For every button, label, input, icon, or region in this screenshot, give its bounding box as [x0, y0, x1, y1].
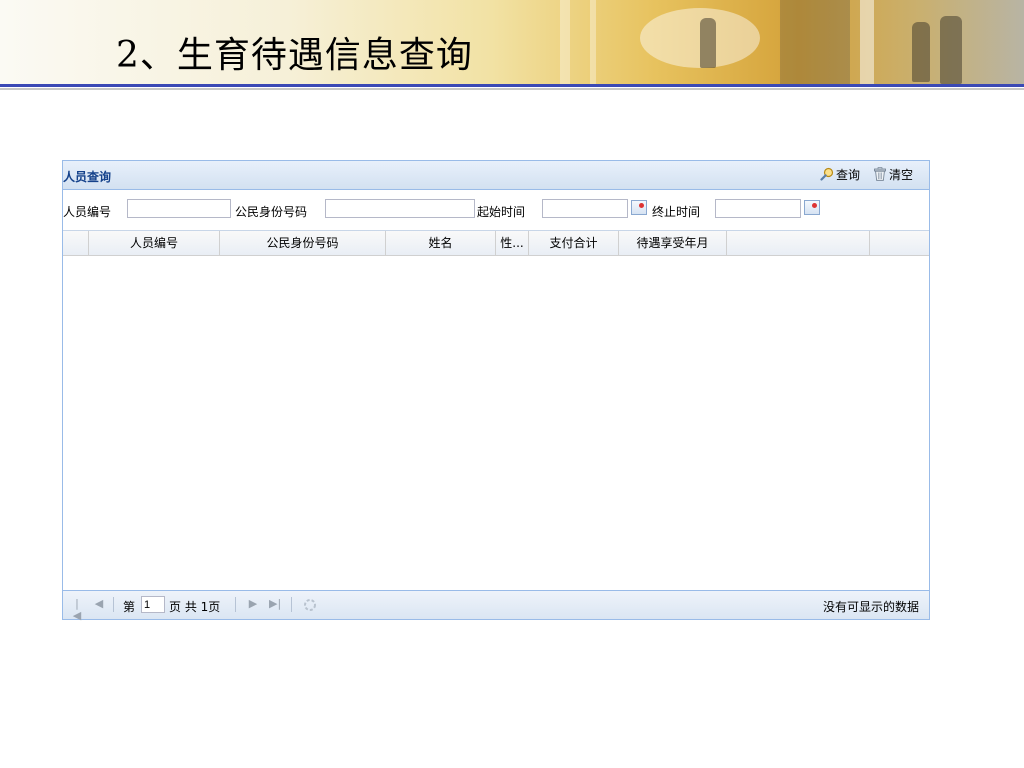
query-button-label: 查询	[836, 168, 861, 182]
column-header[interactable]: 姓名	[386, 231, 496, 255]
title-underline	[0, 84, 1024, 87]
refresh-icon[interactable]	[303, 598, 316, 611]
end-date-picker-button[interactable]	[804, 200, 820, 215]
refresh-icon-graphic	[304, 599, 316, 611]
end-time-label: 终止时间	[652, 205, 701, 219]
banner-decoration	[780, 0, 850, 84]
figure-silhouette	[912, 22, 930, 82]
first-page-icon[interactable]: |◀	[71, 598, 83, 622]
panel-title: 人员查询	[63, 170, 112, 184]
title-underline-shadow	[0, 88, 1024, 90]
banner-decoration	[560, 0, 570, 84]
toolbar-separator	[235, 597, 236, 612]
column-header[interactable]: 人员编号	[89, 231, 220, 255]
search-icon	[820, 167, 834, 181]
previous-page-icon[interactable]: ◀	[93, 598, 105, 610]
column-header[interactable]: 待遇享受年月	[619, 231, 727, 255]
query-button[interactable]: 查询	[820, 166, 860, 184]
citizen-id-label: 公民身份号码	[235, 205, 308, 219]
start-time-label: 起始时间	[477, 205, 526, 219]
page-total-label: 页 共 1页	[169, 600, 221, 614]
slide-title: 2、生育待遇信息查询	[116, 35, 473, 76]
clear-button-label: 清空	[889, 168, 914, 182]
column-header[interactable]: 支付合计	[529, 231, 619, 255]
figure-silhouette	[700, 18, 716, 68]
paging-toolbar: |◀ ◀ 第 页 共 1页 ▶ ▶| 没有可显示的数据	[63, 590, 929, 622]
next-page-icon[interactable]: ▶	[247, 598, 259, 610]
panel-header: 人员查询 查询 清空	[63, 161, 929, 190]
toolbar-separator	[113, 597, 114, 612]
start-date-picker-button[interactable]	[631, 200, 647, 215]
query-form: 人员编号 公民身份号码 起始时间 终止时间	[63, 190, 929, 231]
column-header[interactable]: 公民身份号码	[220, 231, 386, 255]
empty-data-message: 没有可显示的数据	[822, 600, 919, 614]
start-time-input[interactable]	[542, 199, 628, 218]
trash-icon	[874, 167, 886, 181]
last-page-icon[interactable]: ▶|	[269, 598, 281, 610]
grid-body	[63, 256, 929, 582]
toolbar-separator	[291, 597, 292, 612]
person-id-input[interactable]	[127, 199, 231, 218]
person-id-label: 人员编号	[63, 205, 112, 219]
end-time-input[interactable]	[715, 199, 801, 218]
banner-decoration	[590, 0, 596, 84]
page-number-input[interactable]	[141, 596, 165, 613]
clear-button[interactable]: 清空	[873, 166, 913, 184]
row-number-header	[63, 231, 89, 255]
page-prefix-label: 第	[123, 600, 136, 614]
slide-banner: 2、生育待遇信息查询	[0, 0, 1024, 84]
column-header-empty	[727, 231, 870, 255]
citizen-id-input[interactable]	[325, 199, 475, 218]
figure-silhouette	[940, 16, 962, 84]
person-query-panel: 人员查询 查询 清空 人员编号 公民身份号码 起始时间 终止时间 人员编号 公民…	[62, 160, 930, 622]
banner-decoration	[860, 0, 874, 84]
column-header[interactable]: 性...	[496, 231, 529, 255]
grid-header: 人员编号 公民身份号码 姓名 性... 支付合计 待遇享受年月	[63, 231, 929, 256]
